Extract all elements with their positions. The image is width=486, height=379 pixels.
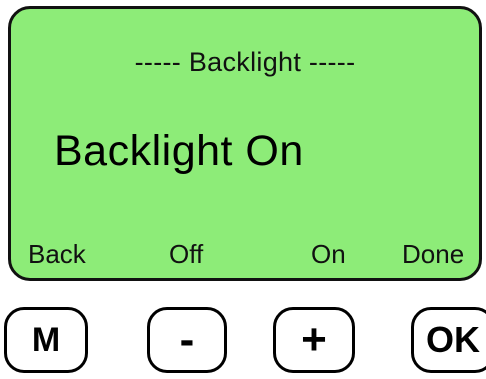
minus-button[interactable]: - — [147, 307, 227, 373]
screen-title: ----- Backlight ----- — [134, 47, 356, 77]
lcd-screen: ----- Backlight ----- Backlight On Back … — [8, 6, 482, 281]
ok-button[interactable]: OK — [411, 307, 486, 373]
current-setting-value: Backlight On — [54, 127, 304, 175]
softkey-label-done: Done — [402, 239, 465, 269]
softkey-label-off: Off — [169, 239, 204, 269]
plus-button[interactable]: + — [273, 307, 355, 373]
device-panel: ----- Backlight ----- Backlight On Back … — [0, 0, 486, 379]
softkey-label-on: On — [311, 239, 346, 269]
menu-button[interactable]: M — [4, 307, 88, 373]
softkey-label-back: Back — [28, 239, 86, 269]
